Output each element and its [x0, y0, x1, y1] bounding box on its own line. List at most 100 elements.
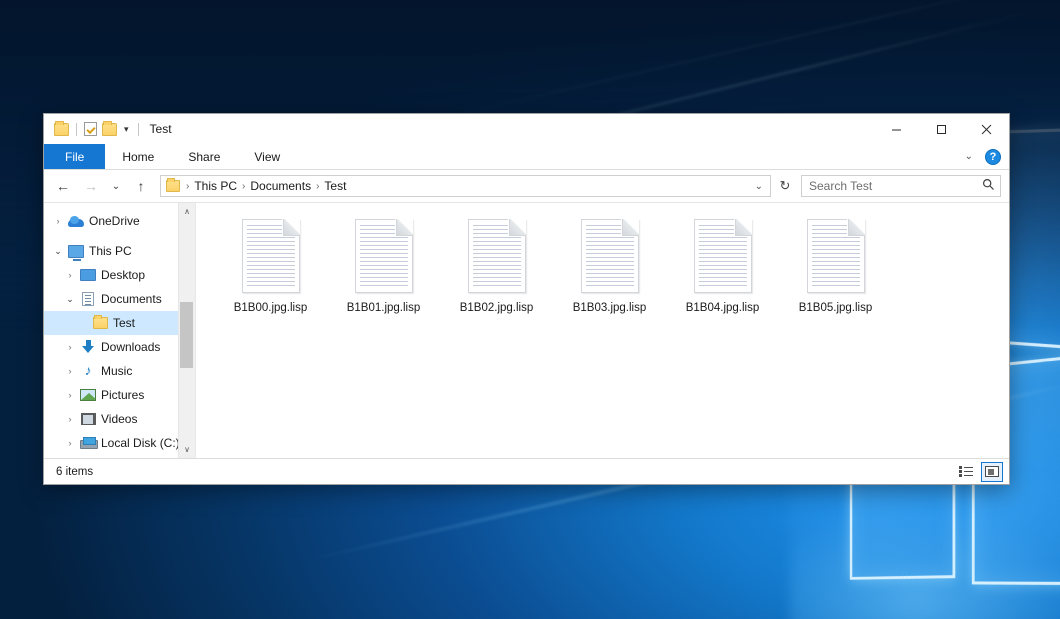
chevron-down-icon[interactable]: ⌄: [50, 246, 66, 257]
file-name-label: B1B02.jpg.lisp: [460, 301, 534, 315]
chevron-right-icon[interactable]: ›: [62, 270, 78, 280]
help-icon[interactable]: ?: [985, 149, 1001, 165]
desktop: ▾ Test File Home Share View: [0, 0, 1060, 619]
sidebar-item-downloads[interactable]: › Downloads: [44, 335, 195, 359]
chevron-right-icon[interactable]: ›: [62, 438, 78, 448]
address-bar: ← → ⌄ ↑ › This PC › Documents › Test ⌄ ↻…: [44, 170, 1009, 202]
list-item[interactable]: B1B04.jpg.lisp: [666, 217, 779, 337]
sidebar-item-label: Downloads: [98, 340, 160, 354]
new-folder-icon[interactable]: [102, 123, 117, 136]
window-body: › OneDrive ⌄ This PC › Desktop ⌄: [44, 202, 1009, 458]
sidebar-item-this-pc[interactable]: ⌄ This PC: [44, 239, 195, 263]
list-item[interactable]: B1B00.jpg.lisp: [214, 217, 327, 337]
title-bar: ▾ Test: [44, 114, 1009, 144]
breadcrumb-documents[interactable]: Documents: [247, 179, 314, 193]
sidebar-item-local-disk[interactable]: › Local Disk (C:): [44, 431, 195, 455]
breadcrumb-test[interactable]: Test: [321, 179, 349, 193]
lined-document-icon: [468, 219, 526, 293]
file-list-pane[interactable]: B1B00.jpg.lisp B1B01.jpg.lisp B1B02.jpg.…: [196, 203, 1009, 458]
search-input[interactable]: Search Test: [801, 175, 1001, 197]
large-icons-view-button[interactable]: [981, 462, 1003, 482]
chevron-down-icon[interactable]: ▾: [122, 125, 131, 134]
sidebar-item-documents[interactable]: ⌄ Documents: [44, 287, 195, 311]
status-bar: 6 items: [44, 458, 1009, 484]
sidebar-item-label: Local Disk (C:): [98, 436, 180, 450]
breadcrumb-separator: ›: [184, 181, 191, 192]
tab-file[interactable]: File: [44, 144, 105, 169]
forward-button: →: [78, 174, 104, 198]
chevron-down-icon[interactable]: ⌄: [62, 294, 78, 305]
search-icon[interactable]: [982, 178, 995, 194]
details-view-button[interactable]: [955, 462, 977, 482]
large-icons-view-icon: [985, 466, 999, 477]
maximize-button[interactable]: [919, 114, 964, 144]
chevron-down-icon[interactable]: ⌄: [750, 181, 768, 192]
close-button[interactable]: [964, 114, 1009, 144]
downloads-icon: [78, 340, 98, 354]
sidebar-item-label: Test: [110, 316, 135, 330]
sidebar-item-test[interactable]: Test: [44, 311, 195, 335]
file-name-label: B1B05.jpg.lisp: [799, 301, 873, 315]
sidebar-item-label: Music: [98, 364, 132, 378]
file-name-label: B1B04.jpg.lisp: [686, 301, 760, 315]
scrollbar-thumb[interactable]: [180, 302, 193, 368]
lined-document-icon: [355, 219, 413, 293]
sidebar-item-pictures[interactable]: › Pictures: [44, 383, 195, 407]
chevron-down-icon[interactable]: ⌄: [959, 151, 979, 162]
lined-document-icon: [694, 219, 752, 293]
window-controls: [874, 114, 1009, 144]
ribbon-tab-bar: File Home Share View ⌄ ?: [44, 144, 1009, 170]
folder-icon[interactable]: [54, 123, 69, 136]
breadcrumb-separator: ›: [314, 181, 321, 192]
onedrive-icon: [66, 216, 86, 227]
divider: [138, 123, 139, 136]
tab-view[interactable]: View: [237, 144, 297, 169]
recent-locations-button[interactable]: ⌄: [106, 174, 126, 198]
sidebar-item-label: Desktop: [98, 268, 145, 282]
videos-icon: [78, 413, 98, 425]
sidebar-item-desktop[interactable]: › Desktop: [44, 263, 195, 287]
view-toggle-group: [955, 462, 1003, 482]
this-pc-icon: [66, 245, 86, 258]
file-name-label: B1B01.jpg.lisp: [347, 301, 421, 315]
breadcrumb-this-pc[interactable]: This PC: [191, 179, 240, 193]
properties-icon[interactable]: [84, 122, 97, 136]
minimize-button[interactable]: [874, 114, 919, 144]
file-name-label: B1B00.jpg.lisp: [234, 301, 308, 315]
chevron-right-icon[interactable]: ›: [62, 414, 78, 424]
navigation-scrollbar[interactable]: ∧ ∨: [178, 203, 195, 458]
breadcrumb[interactable]: › This PC › Documents › Test ⌄: [160, 175, 771, 197]
chevron-right-icon[interactable]: ›: [62, 342, 78, 352]
documents-icon: [78, 292, 98, 306]
folder-icon: [90, 317, 110, 329]
sidebar-item-label: OneDrive: [86, 214, 140, 228]
pictures-icon: [78, 389, 98, 401]
scrollbar-track[interactable]: [179, 220, 196, 441]
lined-document-icon: [581, 219, 639, 293]
chevron-right-icon[interactable]: ›: [62, 366, 78, 376]
scroll-up-icon[interactable]: ∧: [179, 203, 196, 220]
refresh-button[interactable]: ↻: [773, 175, 797, 197]
up-button[interactable]: ↑: [128, 174, 154, 198]
file-explorer-window: ▾ Test File Home Share View: [43, 113, 1010, 485]
list-item[interactable]: B1B01.jpg.lisp: [327, 217, 440, 337]
tab-share[interactable]: Share: [171, 144, 237, 169]
lined-document-icon: [807, 219, 865, 293]
tab-home[interactable]: Home: [105, 144, 171, 169]
music-icon: ♪: [78, 364, 98, 378]
back-button[interactable]: ←: [50, 174, 76, 198]
search-placeholder: Search Test: [809, 179, 982, 193]
scroll-down-icon[interactable]: ∨: [179, 441, 196, 458]
list-item[interactable]: B1B05.jpg.lisp: [779, 217, 892, 337]
lined-document-icon: [242, 219, 300, 293]
sidebar-item-label: This PC: [86, 244, 132, 258]
chevron-right-icon[interactable]: ›: [50, 216, 66, 226]
chevron-right-icon[interactable]: ›: [62, 390, 78, 400]
list-item[interactable]: B1B03.jpg.lisp: [553, 217, 666, 337]
file-name-label: B1B03.jpg.lisp: [573, 301, 647, 315]
sidebar-item-videos[interactable]: › Videos: [44, 407, 195, 431]
sidebar-item-music[interactable]: › ♪ Music: [44, 359, 195, 383]
sidebar-item-onedrive[interactable]: › OneDrive: [44, 209, 195, 233]
list-item[interactable]: B1B02.jpg.lisp: [440, 217, 553, 337]
file-grid: B1B00.jpg.lisp B1B01.jpg.lisp B1B02.jpg.…: [214, 217, 1009, 337]
